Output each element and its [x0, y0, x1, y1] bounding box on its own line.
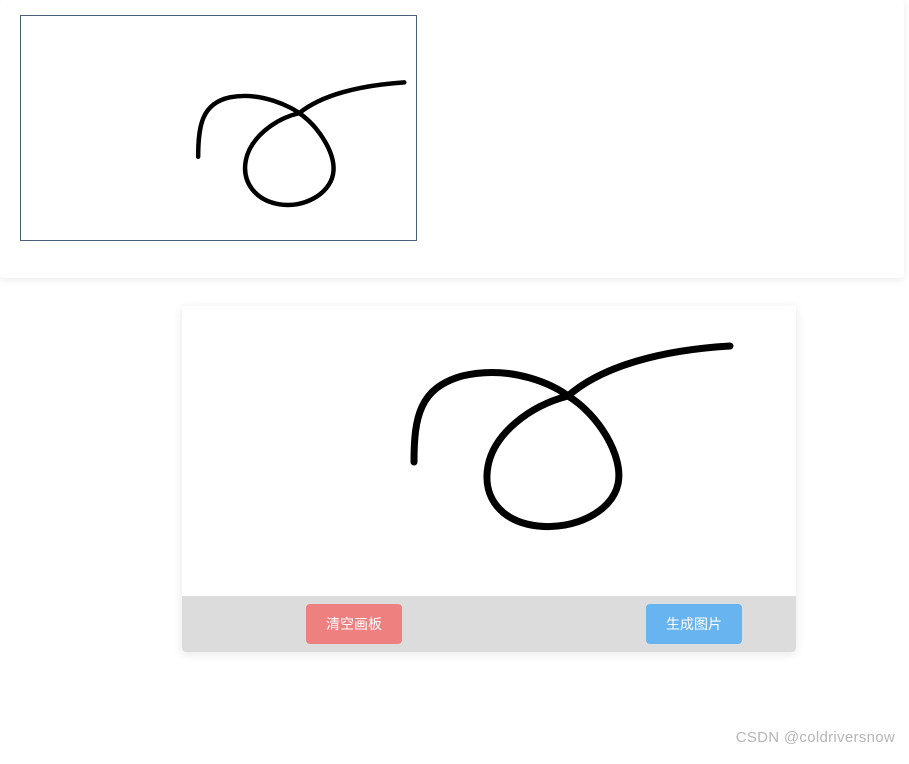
- preview-image-box: [20, 15, 417, 241]
- preview-panel: [0, 0, 904, 278]
- preview-drawing: [21, 16, 416, 240]
- generate-button[interactable]: 生成图片: [646, 604, 742, 644]
- canvas-drawing: [182, 306, 796, 596]
- clear-button[interactable]: 清空画板: [306, 604, 402, 644]
- button-bar: 清空画板 生成图片: [182, 596, 796, 652]
- watermark-text: CSDN @coldriversnow: [736, 729, 895, 746]
- drawing-canvas[interactable]: [182, 306, 796, 596]
- drawing-panel: 清空画板 生成图片: [182, 306, 796, 652]
